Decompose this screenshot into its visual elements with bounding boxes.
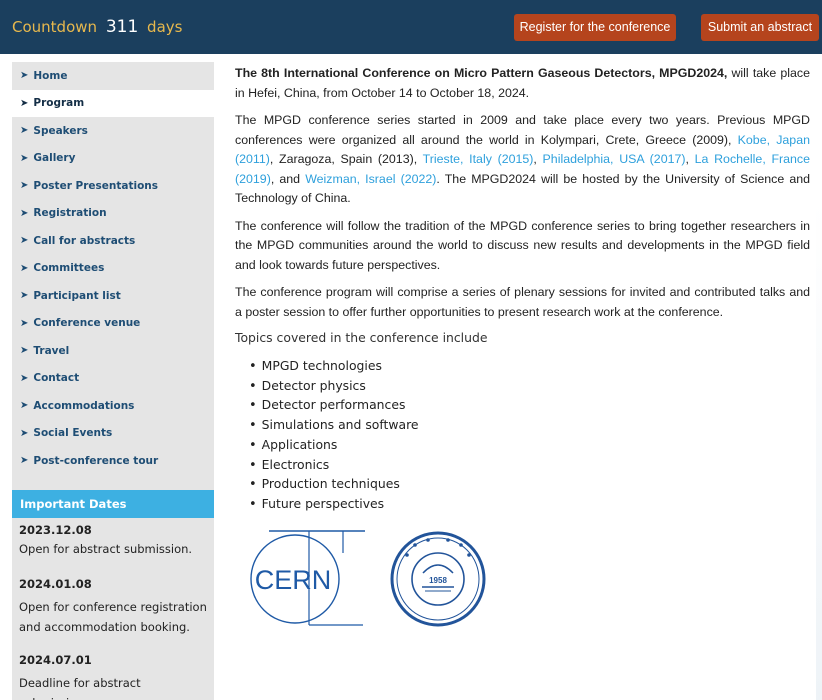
history-text: , Zaragoza, Spain (2013), (269, 152, 423, 166)
register-button[interactable]: Register for the conference (514, 14, 676, 41)
topic-item: Future perspectives (249, 495, 810, 515)
sidebar-item-label: Program (33, 97, 85, 110)
logos: CERN 1958 (245, 527, 545, 642)
sidebar-item-post-conference-tour[interactable]: ➤ Post-conference tour (12, 447, 214, 475)
arrow-icon: ➤ (20, 317, 29, 329)
link-philadelphia[interactable]: Philadelphia, USA (2017) (543, 152, 686, 166)
arrow-icon: ➤ (20, 125, 29, 137)
arrow-icon: ➤ (20, 207, 29, 219)
date-description: Open for abstract submission. (19, 542, 193, 556)
arrow-icon: ➤ (20, 70, 29, 82)
sidebar-item-label: Gallery (33, 152, 76, 165)
sidebar-item-label: Travel (33, 344, 70, 357)
arrow-icon: ➤ (20, 152, 29, 164)
sidebar-item-label: Speakers (33, 124, 88, 137)
intro-paragraph: The 8th International Conference on Micr… (235, 64, 810, 103)
intro-bold: The 8th International Conference on Micr… (235, 66, 728, 80)
scrollbar-track[interactable] (816, 200, 822, 700)
link-weizman[interactable]: Weizman, Israel (2022) (305, 172, 436, 186)
countdown-label: Countdown (12, 18, 98, 36)
arrow-icon: ➤ (20, 235, 29, 247)
sidebar-item-poster-presentations[interactable]: ➤ Poster Presentations (12, 172, 214, 200)
topic-item: Detector performances (249, 396, 810, 416)
sidebar-item-label: Social Events (33, 427, 113, 440)
topics-intro: Topics covered in the conference include (235, 330, 488, 345)
ustc-year: 1958 (429, 576, 447, 585)
arrow-icon: ➤ (20, 180, 29, 192)
countdown-value: 311 (105, 17, 139, 37)
sidebar-item-accommodations[interactable]: ➤ Accommodations (12, 392, 214, 420)
topics-list: MPGD technologies Detector physics Detec… (235, 357, 810, 515)
cern-text: CERN (255, 565, 332, 595)
sidebar-item-participant-list[interactable]: ➤ Participant list (12, 282, 214, 310)
ustc-seal: 1958 (390, 531, 486, 627)
date-description: Open for conference registration and acc… (19, 600, 207, 634)
sidebar-item-label: Call for abstracts (33, 234, 136, 247)
arrow-icon: ➤ (20, 345, 29, 357)
program-paragraph: The conference program will comprise a s… (235, 285, 810, 319)
arrow-icon: ➤ (20, 372, 29, 384)
history-text: The MPGD conference series started in 20… (235, 113, 810, 147)
arrow-icon: ➤ (20, 455, 29, 467)
history-text: , (533, 152, 543, 166)
countdown: Countdown 311 days (12, 17, 182, 37)
topic-item: Applications (249, 436, 810, 456)
sidebar-item-label: Registration (33, 207, 107, 220)
sidebar-item-call-for-abstracts[interactable]: ➤ Call for abstracts (12, 227, 214, 255)
top-bar: Countdown 311 days Register for the conf… (0, 0, 822, 54)
sidebar-nav: ➤ Home ➤ Program ➤ Speakers ➤ Gallery ➤ Poste… (12, 62, 214, 475)
arrow-icon: ➤ (20, 427, 29, 439)
logos-svg: CERN 1958 (250, 530, 486, 627)
sidebar-item-committees[interactable]: ➤ Committees (12, 255, 214, 283)
topic-item: MPGD technologies (249, 357, 810, 377)
important-dates-header: Important Dates (12, 490, 214, 518)
sidebar-item-label: Conference venue (33, 317, 141, 330)
history-text: , (685, 152, 695, 166)
sidebar-item-label: Accommodations (33, 399, 135, 412)
arrow-icon: ➤ (20, 290, 29, 302)
topic-item: Simulations and software (249, 416, 810, 436)
arrow-icon: ➤ (20, 97, 29, 109)
sidebar-item-label: Participant list (33, 289, 121, 302)
date-title: 2023.12.08 (19, 523, 92, 537)
countdown-unit: days (147, 18, 183, 36)
history-paragraph: The MPGD conference series started in 20… (235, 111, 810, 209)
link-trieste[interactable]: Trieste, Italy (2015) (423, 152, 534, 166)
sidebar-item-social-events[interactable]: ➤ Social Events (12, 420, 214, 448)
sidebar-item-label: Contact (33, 372, 80, 385)
sidebar-item-gallery[interactable]: ➤ Gallery (12, 145, 214, 173)
sidebar-item-program[interactable]: ➤ Program (12, 89, 214, 117)
sidebar-item-label: Committees (33, 262, 105, 275)
sidebar-item-speakers[interactable]: ➤ Speakers (12, 117, 214, 145)
date-description: Deadline for abstract submission. (19, 676, 141, 700)
topic-item: Production techniques (249, 475, 810, 495)
history-text: , and (270, 171, 306, 186)
sidebar-item-contact[interactable]: ➤ Contact (12, 365, 214, 393)
arrow-icon: ➤ (20, 262, 29, 274)
cern-logo: CERN (250, 530, 365, 626)
sidebar-item-label: Poster Presentations (33, 179, 159, 192)
date-title: 2024.07.01 (19, 653, 92, 667)
sidebar-item-travel[interactable]: ➤ Travel (12, 337, 214, 365)
sidebar-item-conference-venue[interactable]: ➤ Conference venue (12, 310, 214, 338)
sidebar-item-label: Home (33, 69, 68, 82)
sidebar: ➤ Home ➤ Program ➤ Speakers ➤ Gallery ➤ Poste… (12, 62, 214, 700)
submit-abstract-button[interactable]: Submit an abstract (701, 14, 819, 41)
arrow-icon: ➤ (20, 400, 29, 412)
sidebar-item-registration[interactable]: ➤ Registration (12, 200, 214, 228)
sidebar-item-label: Post-conference tour (33, 454, 159, 467)
topic-item: Detector physics (249, 377, 810, 397)
sidebar-item-home[interactable]: ➤ Home (12, 62, 214, 90)
main-content: The 8th International Conference on Micr… (235, 64, 810, 515)
topic-item: Electronics (249, 456, 810, 476)
date-title: 2024.01.08 (19, 577, 92, 591)
tradition-paragraph: The conference will follow the tradition… (235, 218, 810, 272)
